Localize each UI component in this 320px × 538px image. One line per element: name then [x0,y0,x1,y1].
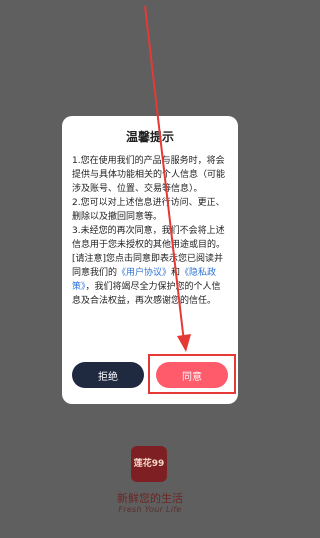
notice-paragraph: [请注意]您点击同意即表示您已阅读并同意我们的《用户协议》和《隐私政策》，我们将… [72,252,228,308]
and-text: 和 [171,268,181,278]
dialog-title: 温馨提示 [125,130,174,144]
paragraph-3: 3.未经您的再次同意，我们不会将上述信息用于您未授权的其他用途或目的。 [72,226,226,250]
notice-suffix: ，我们将竭尽全力保护您的个人信息及合法权益，再次感谢您的信任。 [72,282,221,306]
app-tagline: 新鲜您的生活 [117,492,183,505]
paragraph-1: 1.您在使用我们的产品与服务时，将会提供与具体功能相关的个人信息（可能涉及账号、… [72,156,226,194]
agree-button-label: 同意 [182,371,202,383]
user-agreement-link[interactable]: 《用户协议》 [117,268,171,278]
app-tagline-english: Fresh Your Life [118,505,182,514]
agree-button[interactable]: 同意 [148,354,236,394]
app-logo: 莲花99 [131,446,167,482]
paragraph-2: 2.您可以对上述信息进行访问、更正、删除以及撤回同意等。 [72,198,225,222]
reject-button[interactable]: 拒绝 [72,362,144,388]
dialog-body: 1.您在使用我们的产品与服务时，将会提供与具体功能相关的个人信息（可能涉及账号、… [72,154,228,308]
dialog-buttons: 拒绝 同意 [72,354,236,394]
privacy-dialog: 温馨提示 1.您在使用我们的产品与服务时，将会提供与具体功能相关的个人信息（可能… [62,116,238,404]
